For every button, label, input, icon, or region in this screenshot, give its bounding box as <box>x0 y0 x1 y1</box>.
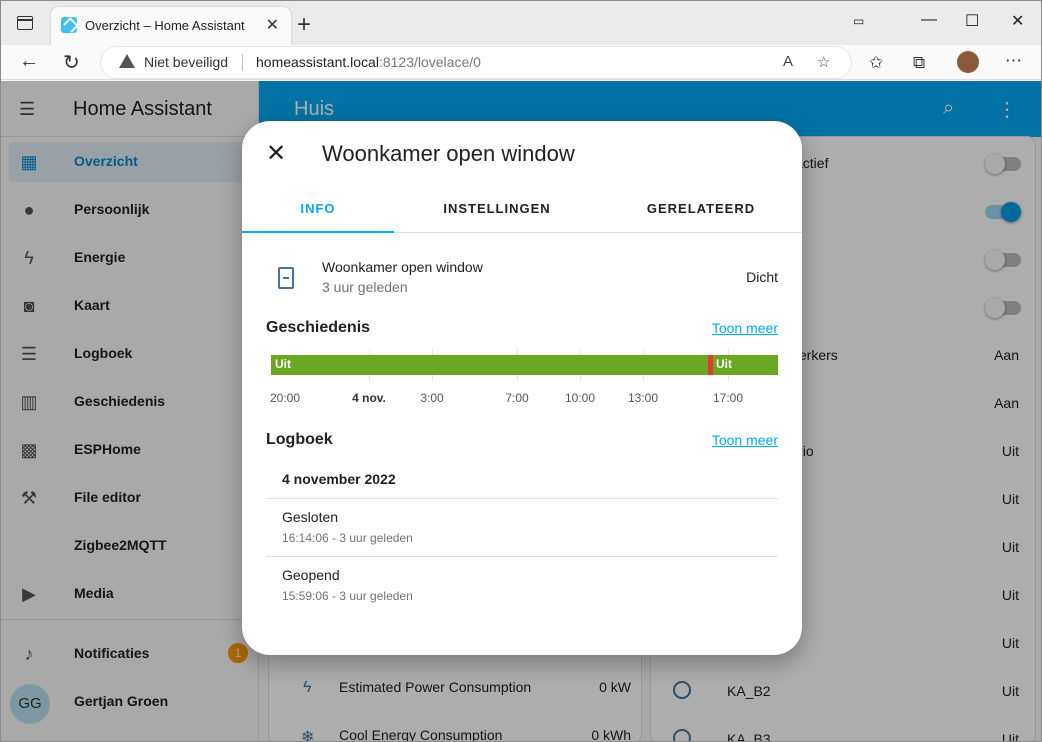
url-path: :8123/lovelace/0 <box>378 54 481 70</box>
logbook-entry-title: Gesloten <box>282 509 339 525</box>
browser-window: Overzicht – Home Assistant ✕ + ▭ — ☐ ✕ ←… <box>0 0 1042 742</box>
window-icon <box>278 267 294 289</box>
history-timeline-bar[interactable]: Uit Uit <box>271 355 778 375</box>
logbook-entry-time: 16:14:06 - 3 uur geleden <box>282 531 413 545</box>
timeline-axis-label: 10:00 <box>564 391 596 405</box>
favorite-star-icon[interactable]: ☆ <box>817 53 830 71</box>
tab-settings[interactable]: INSTELLINGEN <box>422 185 572 233</box>
url-host: homeassistant.local <box>256 54 379 70</box>
more-info-dialog: ✕ Woonkamer open window INFO INSTELLINGE… <box>242 121 802 655</box>
new-tab-button[interactable]: + <box>297 11 311 39</box>
logbook-entry-title: Geopend <box>282 567 340 583</box>
timeline-axis-label: 4 nov. <box>352 391 386 405</box>
entity-last-changed: 3 uur geleden <box>322 279 408 295</box>
address-row: ← ↻ Niet beveiligd homeassistant.local:8… <box>1 45 1041 80</box>
timeline-axis-label: 20:00 <box>269 391 301 405</box>
favorites-icon[interactable]: ✩ <box>869 53 883 73</box>
timeline-axis-label: 3:00 <box>420 391 444 405</box>
tab-close-icon[interactable]: ✕ <box>266 15 279 35</box>
address-bar[interactable]: Niet beveiligd homeassistant.local:8123/… <box>101 47 851 78</box>
tab-actions-icon[interactable] <box>17 16 33 30</box>
cast-icon[interactable]: ▭ <box>853 14 864 28</box>
more-menu-icon[interactable]: ⋯ <box>1005 51 1022 71</box>
profile-avatar[interactable] <box>957 51 979 73</box>
entity-state: Dicht <box>746 269 778 285</box>
history-title: Geschiedenis <box>266 319 371 336</box>
history-show-more-link[interactable]: Toon meer <box>712 320 778 336</box>
maximize-button[interactable]: ☐ <box>965 11 979 31</box>
back-arrow-icon[interactable]: ← <box>19 50 39 73</box>
logbook-date: 4 november 2022 <box>282 471 396 487</box>
browser-tab[interactable]: Overzicht – Home Assistant ✕ <box>51 7 291 45</box>
close-icon[interactable]: ✕ <box>266 139 286 168</box>
home-assistant-favicon-icon <box>61 17 77 33</box>
logbook-title: Logboek <box>266 431 333 448</box>
timeline-label-start: Uit <box>275 357 291 371</box>
tab-related[interactable]: GERELATEERD <box>626 185 776 233</box>
timeline-open-segment[interactable] <box>708 355 713 375</box>
title-bar: Overzicht – Home Assistant ✕ + ▭ — ☐ ✕ <box>1 1 1041 45</box>
dialog-tabs: INFO INSTELLINGEN GERELATEERD <box>242 185 802 233</box>
entity-name: Woonkamer open window <box>322 259 483 275</box>
warning-icon <box>119 54 135 68</box>
refresh-icon[interactable]: ↻ <box>63 50 80 75</box>
timeline-axis-label: 17:00 <box>712 391 744 405</box>
timeline-axis-label: 7:00 <box>505 391 529 405</box>
tab-info[interactable]: INFO <box>242 185 394 233</box>
security-label[interactable]: Niet beveiligd <box>144 54 228 70</box>
divider <box>266 556 778 557</box>
address-separator <box>242 54 243 71</box>
logbook-show-more-link[interactable]: Toon meer <box>712 432 778 448</box>
timeline-label-end: Uit <box>716 357 732 371</box>
minimize-button[interactable]: — <box>921 11 937 29</box>
divider <box>266 498 778 499</box>
dialog-title: Woonkamer open window <box>322 141 575 166</box>
close-window-button[interactable]: ✕ <box>1011 11 1024 31</box>
tab-title: Overzicht – Home Assistant <box>85 18 245 33</box>
timeline-axis-label: 13:00 <box>627 391 659 405</box>
read-aloud-icon[interactable]: A <box>783 53 793 70</box>
logbook-entry-time: 15:59:06 - 3 uur geleden <box>282 589 413 603</box>
url-text[interactable]: homeassistant.local:8123/lovelace/0 <box>256 54 481 70</box>
collections-icon[interactable]: ⧉ <box>913 53 925 73</box>
